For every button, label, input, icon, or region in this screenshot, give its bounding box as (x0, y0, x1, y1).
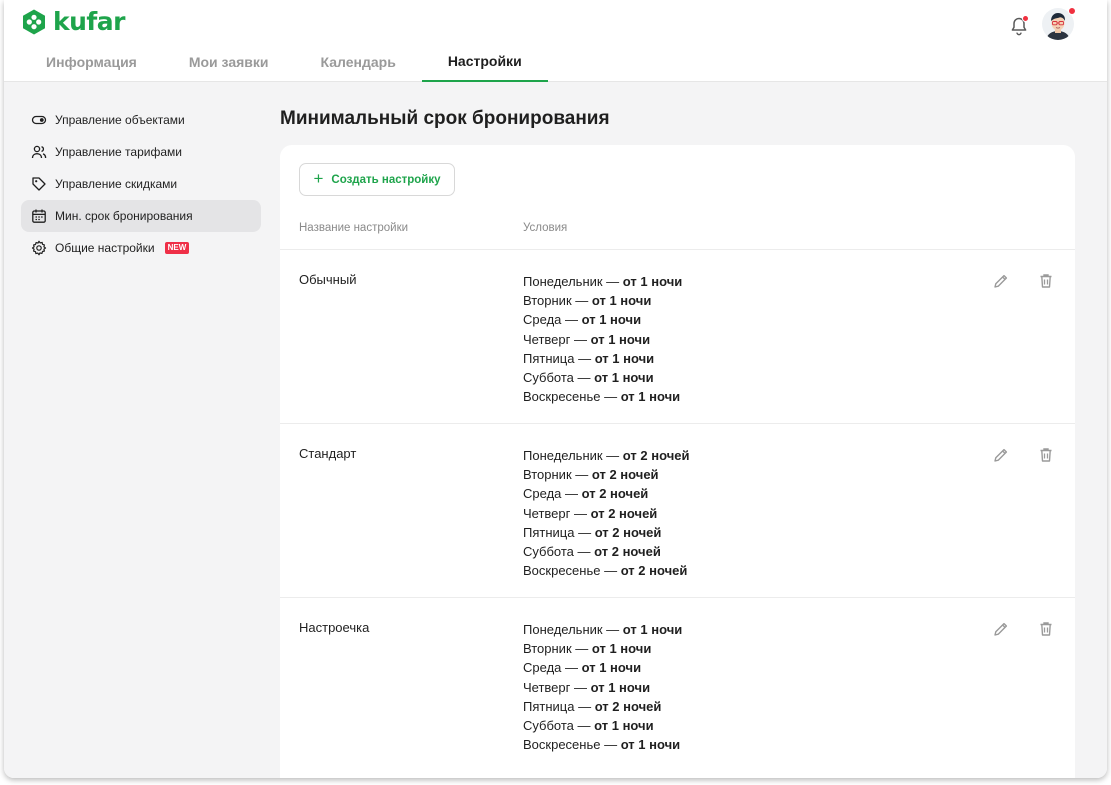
calendar-icon (31, 208, 47, 224)
table-row: Обычный Понедельник — от 1 ночи Вторник … (280, 249, 1075, 423)
tab-settings[interactable]: Настройки (421, 42, 548, 82)
tab-label: Мои заявки (188, 54, 269, 70)
user-avatar[interactable] (1042, 7, 1076, 40)
condition-line: Воскресенье — от 1 ночи (523, 389, 681, 405)
condition-line: Среда — от 1 ночи (523, 660, 642, 676)
sidebar-item-discounts[interactable]: Управление скидками (21, 168, 261, 200)
condition-line: Понедельник — от 1 ночи (523, 622, 683, 637)
tab-label: Информация (46, 54, 137, 70)
condition-line: Вторник — от 1 ночи (523, 641, 652, 657)
content-area: Управление объектами Управление тарифами… (4, 82, 1107, 778)
kufar-logo[interactable]: kufar (20, 7, 126, 36)
condition-line: Четверг — от 2 ночей (523, 505, 658, 521)
gear-icon (31, 240, 47, 256)
edit-pencil-icon[interactable] (992, 272, 1010, 290)
sidebar-item-label: Управление скидками (55, 177, 178, 191)
trash-icon[interactable] (1037, 272, 1055, 290)
column-header-conditions: Условия (523, 222, 568, 234)
column-header-name: Название настройки (299, 222, 409, 234)
condition-line: Среда — от 2 ночей (523, 486, 649, 502)
condition-line: Вторник — от 1 ночи (523, 293, 652, 309)
create-setting-label: Создать настройку (331, 173, 441, 186)
tab-label: Настройки (447, 53, 522, 69)
table-row: Настроечка Понедельник — от 1 ночи Вторн… (280, 597, 1075, 771)
condition-line: Воскресенье — от 1 ночи (523, 737, 681, 753)
table-row: Стандарт Понедельник — от 2 ночей Вторни… (280, 423, 1075, 597)
logo-text: kufar (53, 7, 126, 36)
row-actions (992, 272, 1055, 290)
tab-info[interactable]: Информация (20, 42, 163, 82)
condition-line: Суббота — от 2 ночей (523, 544, 661, 560)
create-setting-button[interactable]: + Создать настройку (299, 163, 455, 196)
tab-label: Календарь (320, 54, 396, 70)
setting-name: Настроечка (299, 620, 370, 635)
condition-line: Пятница — от 1 ночи (523, 350, 655, 366)
avatar-status-dot (1068, 7, 1076, 15)
condition-line: Пятница — от 2 ночей (523, 698, 662, 714)
new-badge: NEW (164, 242, 190, 254)
condition-line: Понедельник — от 1 ночи (523, 274, 683, 289)
row-actions (992, 446, 1055, 464)
edit-pencil-icon[interactable] (992, 620, 1010, 638)
tab-calendar[interactable]: Календарь (295, 42, 422, 82)
condition-line: Понедельник — от 2 ночей (523, 448, 690, 463)
top-header: kufar Информация Мои заявки Календарь На… (4, 0, 1107, 82)
settings-list: Обычный Понедельник — от 1 ночи Вторник … (280, 249, 1075, 771)
setting-conditions: Понедельник — от 1 ночи Вторник — от 1 н… (523, 620, 682, 754)
condition-line: Среда — от 1 ночи (523, 312, 642, 328)
sidebar-item-label: Мин. срок бронирования (55, 209, 193, 223)
setting-conditions: Понедельник — от 1 ночи Вторник — от 1 н… (523, 272, 682, 406)
sidebar-item-general[interactable]: Общие настройки NEW (21, 232, 261, 264)
setting-conditions: Понедельник — от 2 ночей Вторник — от 2 … (523, 446, 689, 580)
settings-sidebar: Управление объектами Управление тарифами… (21, 104, 261, 264)
sidebar-item-objects[interactable]: Управление объектами (21, 104, 261, 136)
notifications-button[interactable] (1007, 14, 1031, 38)
kufar-logo-icon (23, 9, 45, 35)
tag-icon (31, 176, 47, 192)
setting-name: Обычный (299, 272, 357, 287)
toggle-icon (31, 112, 47, 128)
row-actions (992, 620, 1055, 638)
edit-pencil-icon[interactable] (992, 446, 1010, 464)
condition-line: Четверг — от 1 ночи (523, 331, 651, 347)
page-title: Минимальный срок бронирования (280, 108, 610, 129)
sidebar-item-label: Общие настройки (55, 241, 155, 255)
users-icon (31, 144, 47, 160)
condition-line: Суббота — от 1 ночи (523, 370, 654, 386)
condition-line: Четверг — от 1 ночи (523, 679, 651, 695)
trash-icon[interactable] (1037, 446, 1055, 464)
plus-icon: + (313, 169, 324, 188)
condition-line: Пятница — от 2 ночей (523, 524, 662, 540)
notification-dot (1022, 15, 1029, 22)
app-window: kufar Информация Мои заявки Календарь На… (4, 0, 1107, 778)
tab-my-requests[interactable]: Мои заявки (163, 42, 295, 82)
settings-card: + Создать настройку Название настройки У… (280, 145, 1075, 778)
condition-line: Вторник — от 2 ночей (523, 467, 659, 483)
main-tabs: Информация Мои заявки Календарь Настройк… (20, 42, 548, 82)
condition-line: Воскресенье — от 2 ночей (523, 563, 688, 579)
sidebar-item-label: Управление объектами (55, 113, 185, 127)
sidebar-item-label: Управление тарифами (55, 145, 182, 159)
sidebar-item-tariffs[interactable]: Управление тарифами (21, 136, 261, 168)
trash-icon[interactable] (1037, 620, 1055, 638)
setting-name: Стандарт (299, 446, 357, 461)
condition-line: Суббота — от 1 ночи (523, 718, 654, 734)
sidebar-item-min-booking[interactable]: Мин. срок бронирования (21, 200, 261, 232)
